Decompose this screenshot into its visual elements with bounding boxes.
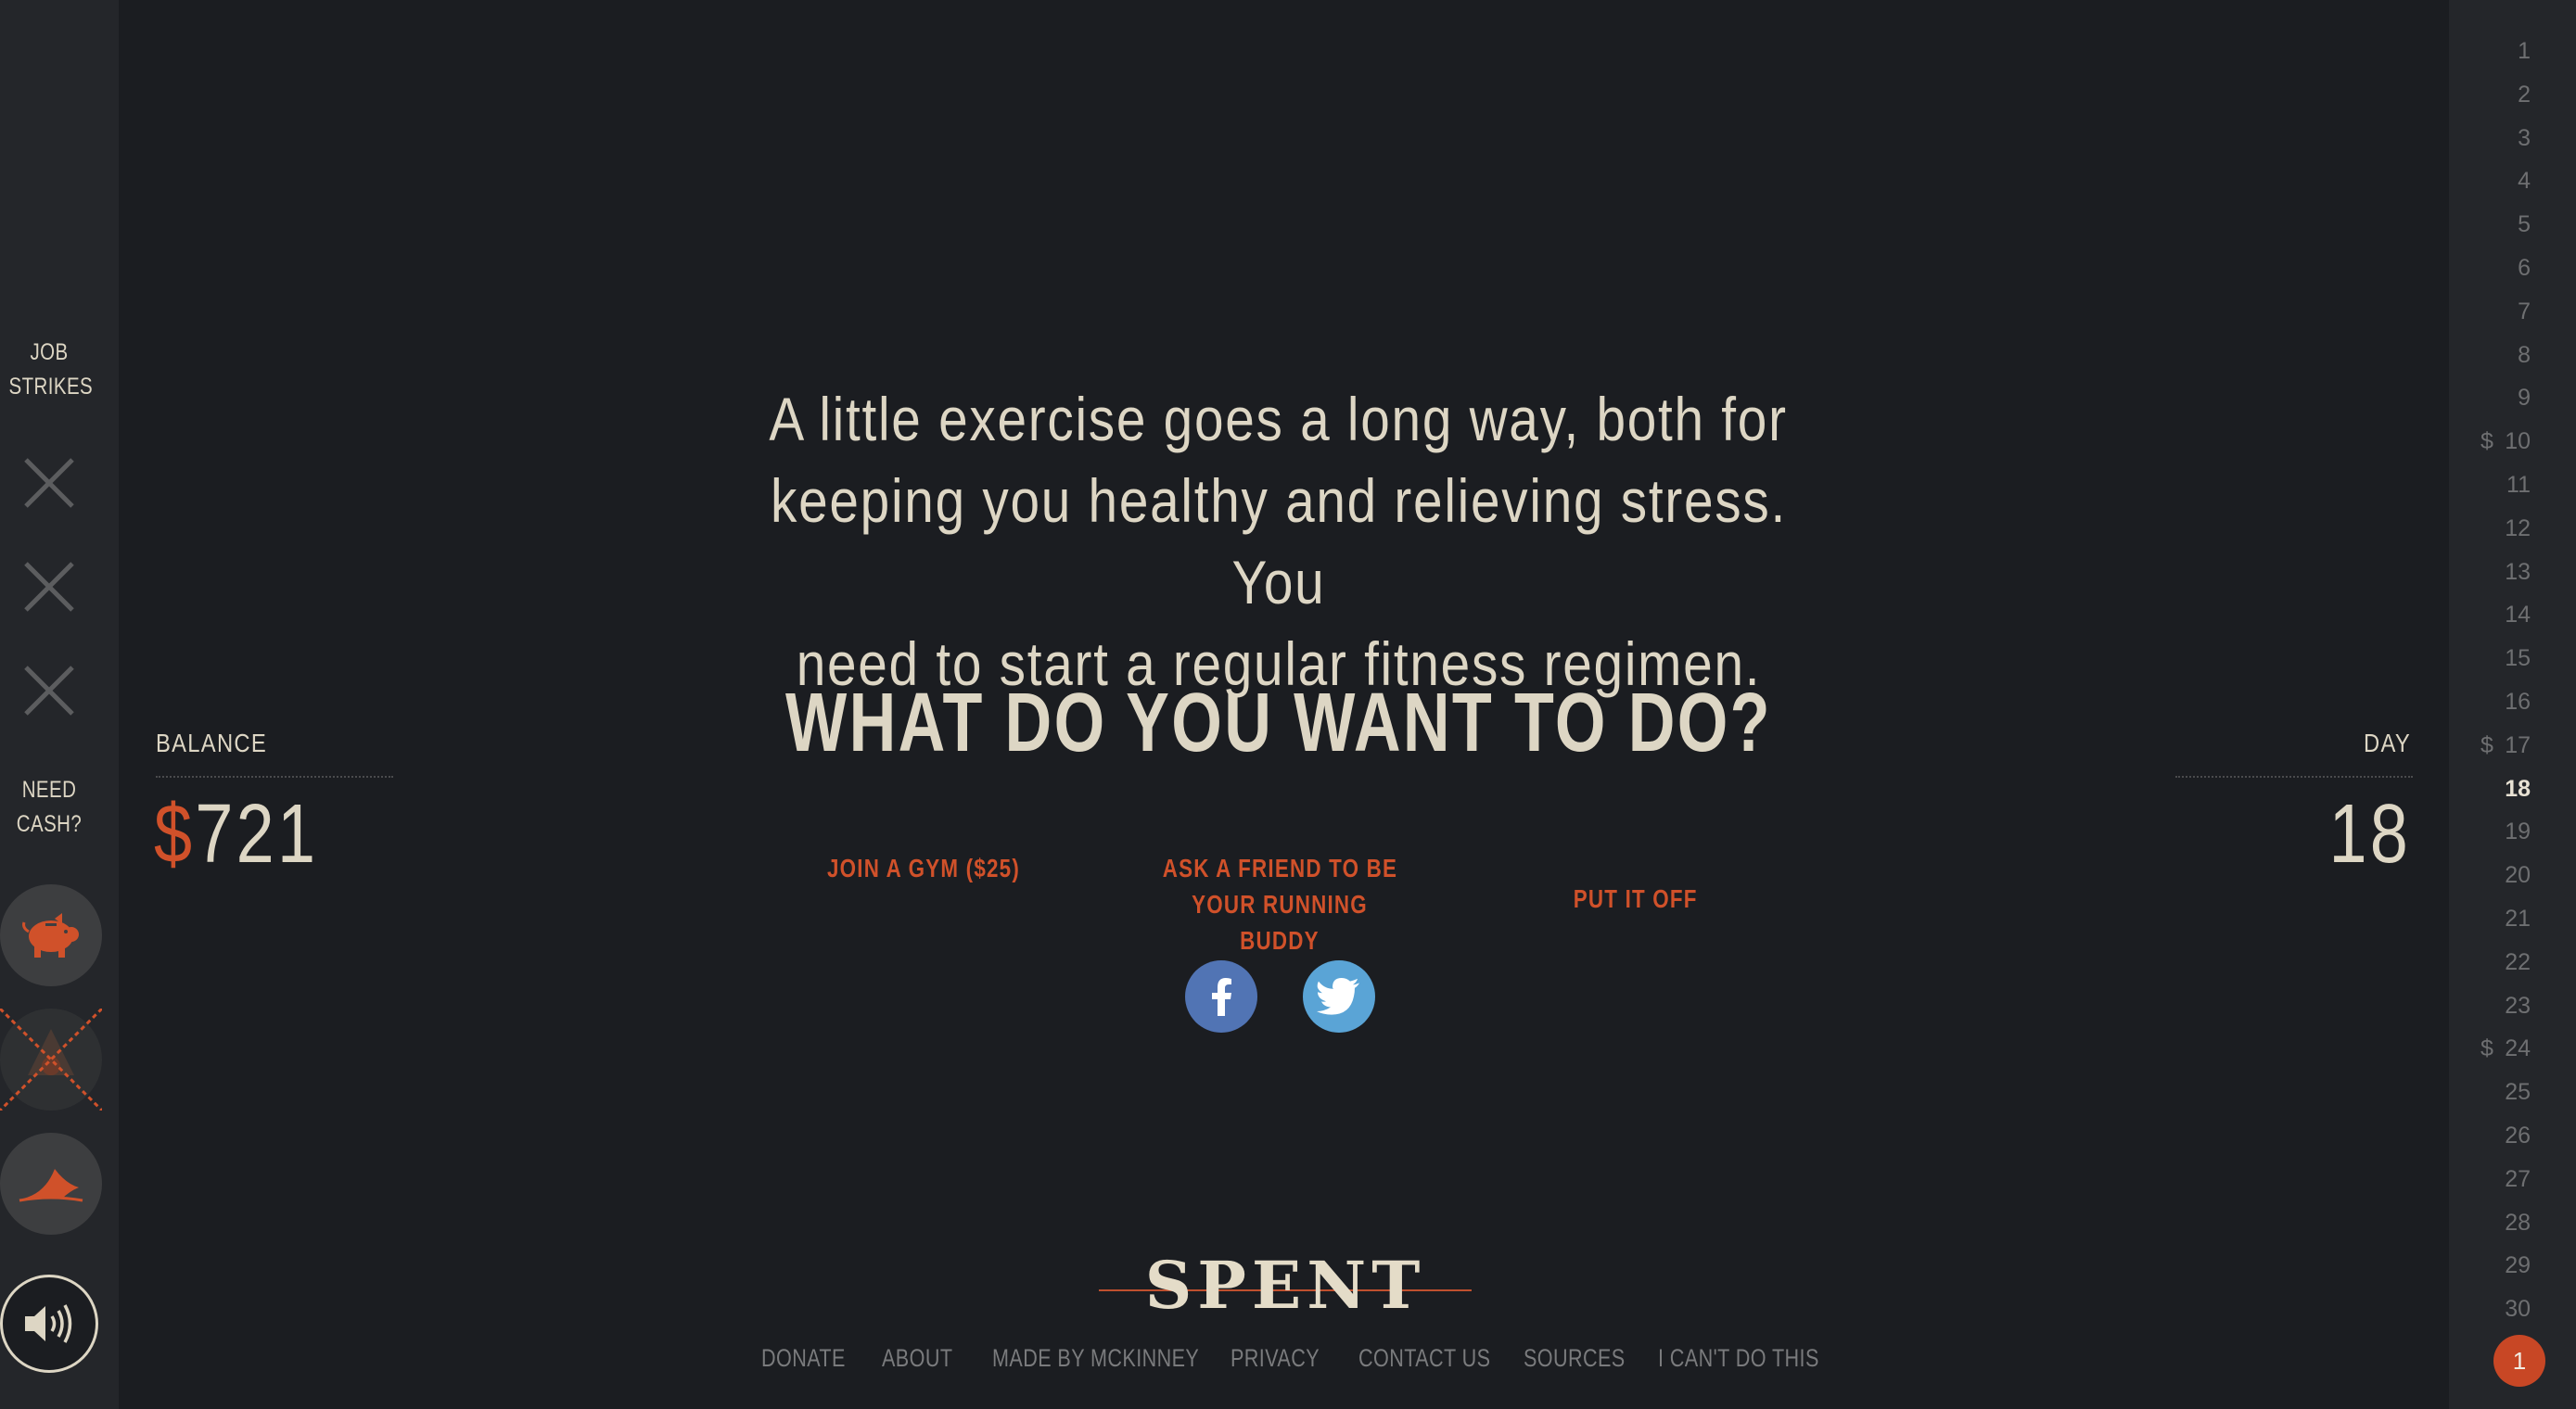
left-sidebar: JOB STRIKES NEED CASH? — [0, 0, 119, 1409]
calendar-day-6[interactable]: 6 — [2456, 254, 2531, 282]
calendar-day-24[interactable]: 24 — [2456, 1035, 2531, 1062]
calendar-day-1[interactable]: 1 — [2456, 37, 2531, 65]
calendar-day-26[interactable]: 26 — [2456, 1122, 2531, 1149]
calendar-day-18[interactable]: 18 — [2456, 775, 2531, 803]
balance-currency: $ — [154, 788, 196, 881]
calendar-day-7[interactable]: 7 — [2456, 298, 2531, 325]
pawn-shop-icon — [0, 1009, 102, 1111]
twitter-share-button[interactable] — [1303, 960, 1375, 1033]
calendar-day-16[interactable]: 16 — [2456, 688, 2531, 716]
balance-amount: 721 — [195, 788, 319, 881]
payday-marker-24: $ — [2480, 1035, 2493, 1062]
scenario-text: A little exercise goes a long way, both … — [639, 378, 1919, 704]
day-value: 18 — [2328, 788, 2411, 881]
balance-value: $721 — [154, 786, 318, 882]
calendar-day-28[interactable]: 28 — [2456, 1209, 2531, 1237]
need-cash-label: NEED CASH? — [9, 773, 90, 842]
calendar-day-2[interactable]: 2 — [2456, 81, 2531, 108]
need-cash-label-line2: CASH? — [16, 811, 83, 837]
calendar-day-20[interactable]: 20 — [2456, 861, 2531, 889]
choice-put-it-off[interactable]: PUT IT OFF — [1506, 881, 1766, 917]
calendar-day-3[interactable]: 3 — [2456, 124, 2531, 152]
footer-about-link[interactable]: ABOUT — [882, 1344, 952, 1373]
choice-running-buddy-line1: ASK A FRIEND TO BE — [1162, 854, 1397, 882]
footer-cant-do-link[interactable]: I CAN'T DO THIS — [1658, 1344, 1819, 1373]
choice-join-gym[interactable]: JOIN A GYM ($25) — [784, 850, 1063, 886]
sound-toggle-button[interactable] — [0, 1275, 98, 1373]
need-cash-label-line1: NEED — [21, 777, 77, 803]
calendar-day-23[interactable]: 23 — [2456, 992, 2531, 1020]
job-strikes-label-line2: STRIKES — [8, 374, 94, 400]
month-badge[interactable]: 1 — [2493, 1335, 2545, 1387]
calendar-day-29[interactable]: 29 — [2456, 1251, 2531, 1279]
calendar-day-9[interactable]: 9 — [2456, 384, 2531, 412]
speaker-icon — [25, 1304, 72, 1343]
calendar-day-4[interactable]: 4 — [2456, 167, 2531, 195]
balance-label: BALANCE — [156, 729, 268, 757]
calendar-day-21[interactable]: 21 — [2456, 905, 2531, 933]
calendar-day-5[interactable]: 5 — [2456, 210, 2531, 238]
twitter-icon — [1317, 978, 1359, 1015]
calendar-day-25[interactable]: 25 — [2456, 1078, 2531, 1106]
payday-marker-10: $ — [2480, 428, 2493, 455]
question-text: WHAT DO YOU WANT TO DO? — [785, 677, 1772, 769]
calendar-day-11[interactable]: 11 — [2456, 471, 2531, 499]
piggy-bank-button[interactable] — [0, 884, 102, 986]
choice-put-it-off-label: PUT IT OFF — [1574, 884, 1698, 913]
loan-shark-button[interactable] — [0, 1133, 102, 1235]
footer-donate-link[interactable]: DONATE — [761, 1344, 846, 1373]
strike-3-icon — [24, 666, 74, 716]
calendar-day-19[interactable]: 19 — [2456, 818, 2531, 845]
footer-privacy-link[interactable]: PRIVACY — [1231, 1344, 1320, 1373]
pawn-button-disabled[interactable] — [0, 1009, 102, 1111]
day-divider — [2175, 776, 2413, 778]
footer-made-by-link[interactable]: MADE BY MCKINNEY — [992, 1344, 1199, 1373]
calendar-day-27[interactable]: 27 — [2456, 1165, 2531, 1193]
facebook-icon — [1212, 978, 1231, 1016]
calendar-day-10[interactable]: 10 — [2456, 427, 2531, 455]
calendar-day-14[interactable]: 14 — [2456, 601, 2531, 628]
footer-contact-link[interactable]: CONTACT US — [1358, 1344, 1490, 1373]
calendar-day-17[interactable]: 17 — [2456, 731, 2531, 759]
piggy-bank-icon — [22, 913, 79, 958]
spent-logo: SPENT — [1144, 1247, 1426, 1324]
calendar-day-8[interactable]: 8 — [2456, 341, 2531, 369]
day-label: DAY — [2364, 729, 2411, 757]
strike-1-icon — [24, 458, 74, 508]
choice-running-buddy[interactable]: ASK A FRIEND TO BE YOUR RUNNING BUDDY — [1131, 850, 1428, 958]
balance-divider — [156, 776, 393, 778]
question-heading: WHAT DO YOU WANT TO DO? — [639, 675, 1919, 771]
job-strikes-label-line1: JOB — [30, 339, 69, 365]
scenario-line-2: keeping you healthy and relieving stress… — [771, 466, 1787, 616]
calendar-day-30[interactable]: 30 — [2456, 1295, 2531, 1323]
choice-join-gym-label: JOIN A GYM ($25) — [826, 854, 1020, 882]
calendar-day-15[interactable]: 15 — [2456, 644, 2531, 672]
scenario-line-1: A little exercise goes a long way, both … — [769, 385, 1789, 453]
calendar-day-12[interactable]: 12 — [2456, 514, 2531, 542]
job-strikes-label: JOB STRIKES — [8, 336, 94, 404]
footer-sources-link[interactable]: SOURCES — [1524, 1344, 1626, 1373]
strike-2-icon — [24, 562, 74, 612]
payday-marker-17: $ — [2480, 731, 2493, 758]
choice-running-buddy-line2: YOUR RUNNING BUDDY — [1192, 890, 1368, 955]
facebook-share-button[interactable] — [1185, 960, 1257, 1033]
calendar-day-13[interactable]: 13 — [2456, 558, 2531, 586]
shark-fin-icon — [19, 1169, 83, 1202]
calendar-day-22[interactable]: 22 — [2456, 948, 2531, 976]
game-screen: JOB STRIKES NEED CASH? BALANCE $721 DAY … — [0, 0, 2576, 1409]
